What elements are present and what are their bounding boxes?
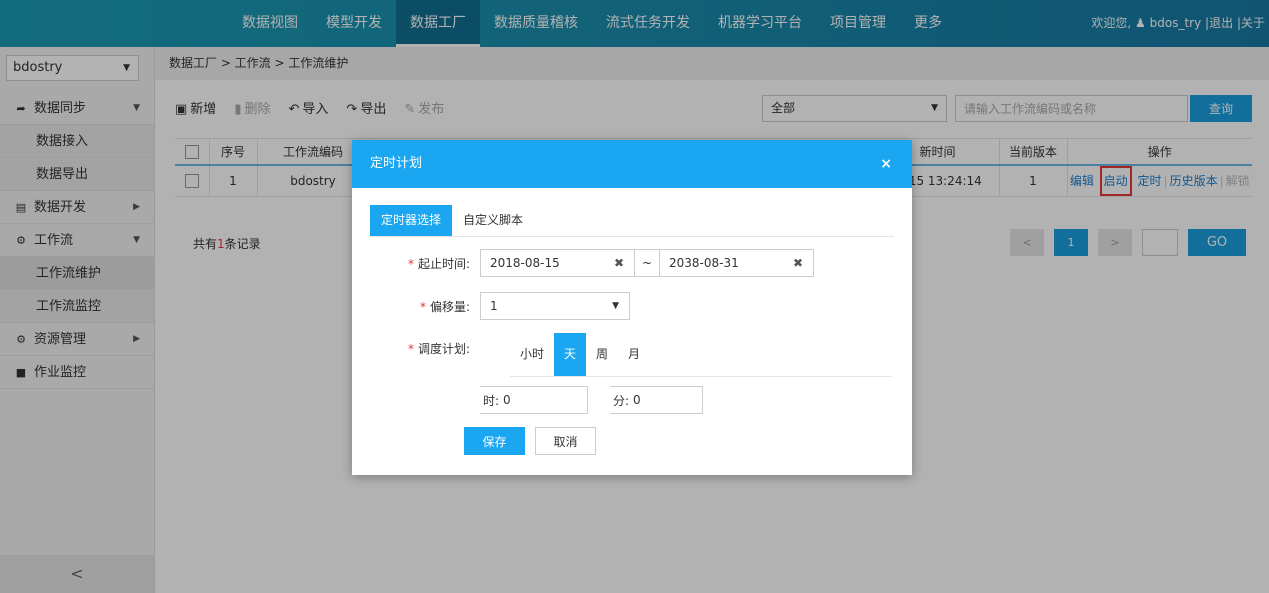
schedule-option-week[interactable]: 周 [586,333,618,376]
end-date-value: 2038-08-31 [669,256,739,270]
minute-value: 0 [633,393,641,407]
hour-value: 0 [503,393,511,407]
schedule-row: * 调度计划: [352,340,480,357]
schedule-options: 小时 天 周 月 [510,333,892,377]
offset-select[interactable]: 1 ▼ [480,292,630,320]
caret-down-icon: ▼ [612,301,619,311]
schedule-option-month[interactable]: 月 [618,333,650,376]
close-icon[interactable]: × [880,140,892,188]
schedule-label: * 调度计划: [352,340,480,357]
offset-row: * 偏移量: 1 ▼ [352,292,630,320]
required-mark: * [419,299,426,314]
dialog-title: 定时计划 [370,156,423,171]
start-end-label-text: 起止时间: [417,256,470,271]
required-mark: * [407,342,414,356]
clear-icon[interactable]: ✖ [614,250,624,276]
required-mark: * [407,256,414,271]
schedule-option-day[interactable]: 天 [554,333,587,376]
schedule-option-hour[interactable]: 小时 [510,333,554,376]
schedule-dialog: 定时计划 × 定时器选择 自定义脚本 * 起止时间: 2018-08-15 ✖ ~… [352,140,912,475]
cancel-button[interactable]: 取消 [535,427,596,455]
tab-timer-select[interactable]: 定时器选择 [370,205,453,236]
offset-value: 1 [490,299,498,313]
tab-custom-script[interactable]: 自定义脚本 [452,205,534,236]
offset-label: * 偏移量: [352,298,480,315]
end-date-input[interactable]: 2038-08-31 ✖ [659,249,814,277]
start-date-value: 2018-08-15 [490,256,560,270]
minute-field[interactable]: 分: 0 [610,386,703,414]
hour-label: 时: [483,393,500,408]
hour-field[interactable]: 时: 0 [480,386,588,414]
clear-icon[interactable]: ✖ [793,250,803,276]
schedule-label-text: 调度计划: [417,342,470,356]
dialog-tabs: 定时器选择 自定义脚本 [370,205,894,237]
time-row: 时: 0 分: 0 [480,386,703,414]
dialog-header: 定时计划 × [352,140,912,188]
minute-label: 分: [613,393,630,408]
range-separator: ~ [635,249,659,277]
start-end-label: * 起止时间: [352,255,480,272]
save-button[interactable]: 保存 [464,427,525,455]
start-date-input[interactable]: 2018-08-15 ✖ [480,249,635,277]
start-end-row: * 起止时间: 2018-08-15 ✖ ~ 2038-08-31 ✖ [352,249,814,277]
offset-label-text: 偏移量: [429,299,470,314]
